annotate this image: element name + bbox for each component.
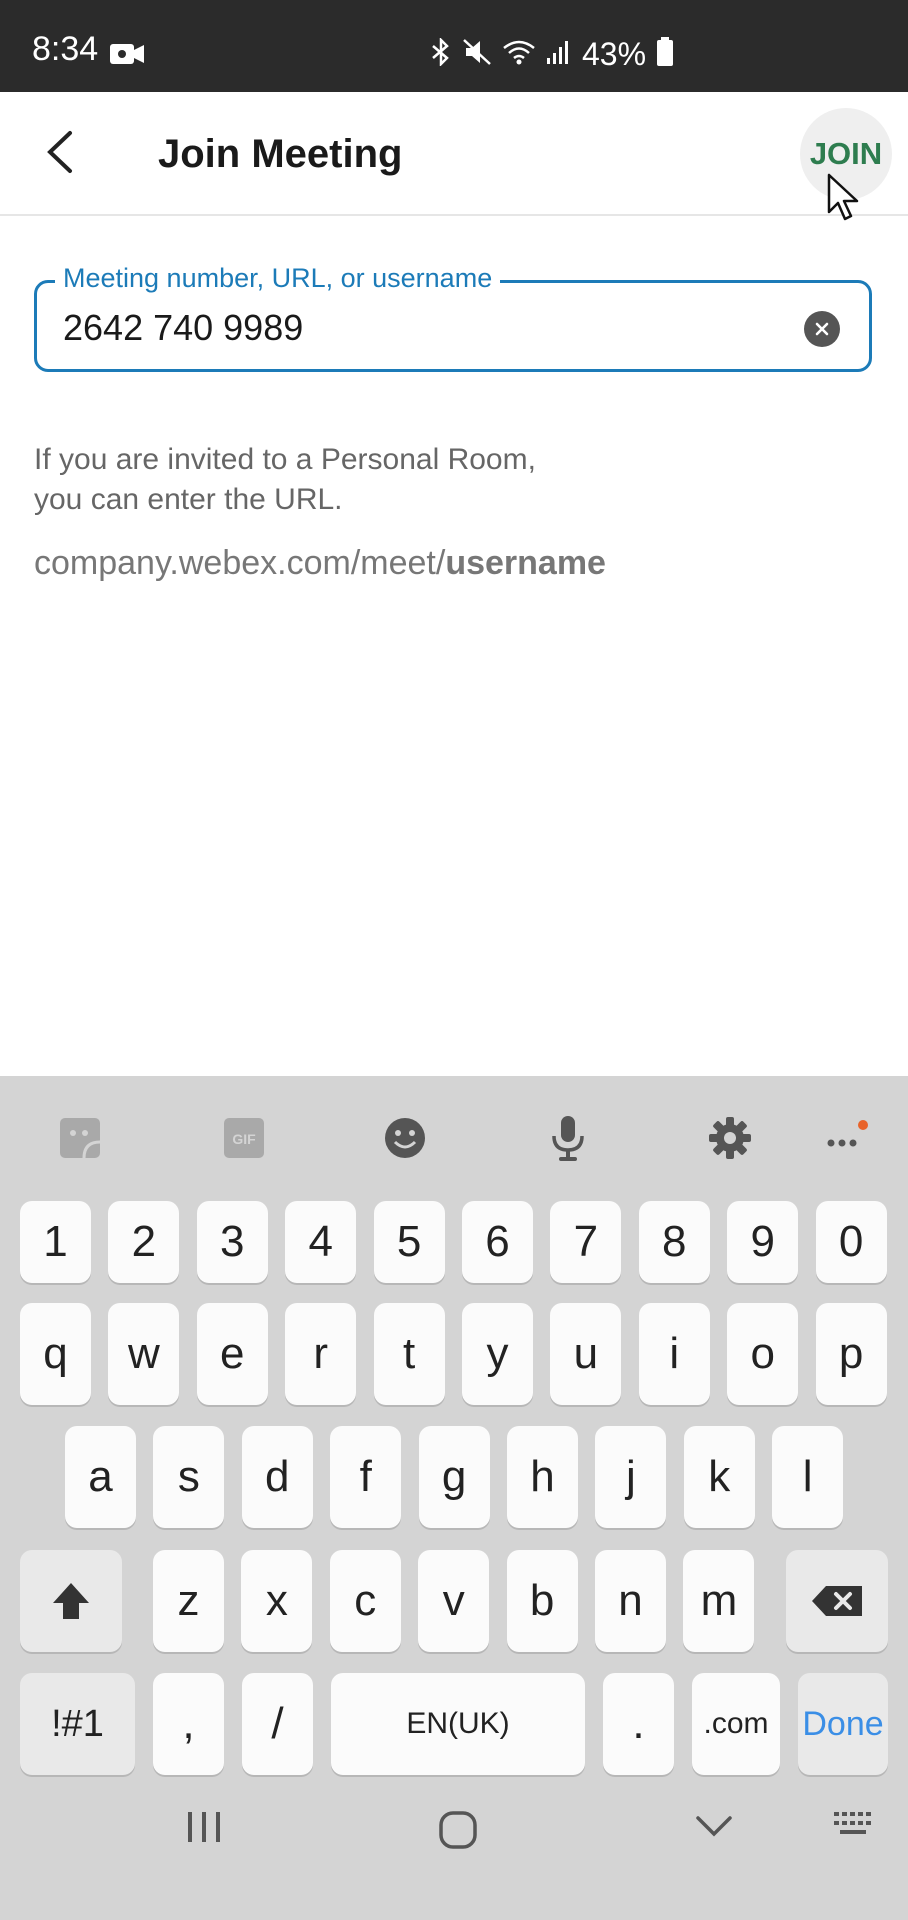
key-v[interactable]: v [418, 1550, 490, 1652]
shift-arrow-icon [53, 1583, 89, 1619]
key-l[interactable]: l [772, 1426, 844, 1528]
dotcom-key[interactable]: .com [692, 1673, 780, 1775]
signal-icon [546, 38, 570, 71]
key-e[interactable]: e [196, 1303, 268, 1405]
close-icon [815, 322, 829, 336]
bluetooth-icon [430, 36, 452, 71]
key-f[interactable]: f [330, 1426, 402, 1528]
key-d[interactable]: d [241, 1426, 313, 1528]
key-6[interactable]: 6 [462, 1201, 533, 1283]
symbols-key[interactable]: !#1 [20, 1673, 135, 1775]
emoji-icon[interactable] [373, 1106, 437, 1170]
key-p[interactable]: p [815, 1303, 887, 1405]
gif-icon[interactable]: GIF [212, 1106, 276, 1170]
wifi-icon [502, 38, 536, 71]
key-a[interactable]: a [65, 1426, 136, 1528]
status-bar: 8:34 43% [0, 0, 908, 92]
key-1[interactable]: 1 [20, 1201, 91, 1283]
more-options-icon[interactable] [814, 1106, 878, 1170]
meeting-number-input[interactable]: 2642 740 9989 [63, 307, 303, 349]
shift-key[interactable] [20, 1550, 122, 1652]
hint-line-2: you can enter the URL. [34, 483, 343, 516]
key-w[interactable]: w [108, 1303, 180, 1405]
key-k[interactable]: k [683, 1426, 755, 1528]
keyboard-toolbar: GIF [0, 1106, 908, 1186]
hint-line-1: If you are invited to a Personal Room, [34, 443, 536, 476]
settings-gear-icon[interactable] [698, 1106, 762, 1170]
slash-key[interactable]: / [242, 1673, 313, 1775]
back-button[interactable] [38, 127, 88, 177]
url-example: company.webex.com/meet/username [34, 544, 606, 583]
key-r[interactable]: r [285, 1303, 357, 1405]
key-x[interactable]: x [241, 1550, 313, 1652]
mouse-cursor-icon [826, 172, 862, 229]
gif-icon-label: GIF [232, 1131, 256, 1147]
key-5[interactable]: 5 [373, 1201, 445, 1283]
app-bar: Join Meeting JOIN [0, 92, 908, 216]
key-y[interactable]: y [462, 1303, 533, 1405]
key-b[interactable]: b [506, 1550, 578, 1652]
key-i[interactable]: i [638, 1303, 710, 1405]
microphone-icon[interactable] [536, 1106, 600, 1170]
key-n[interactable]: n [595, 1550, 666, 1652]
backspace-key[interactable] [786, 1550, 888, 1652]
key-2[interactable]: 2 [108, 1201, 180, 1283]
clear-input-button[interactable] [804, 311, 840, 347]
key-4[interactable]: 4 [285, 1201, 357, 1283]
space-key[interactable]: EN(UK) [331, 1673, 585, 1775]
key-s[interactable]: s [153, 1426, 225, 1528]
system-nav-bar [0, 1770, 908, 1920]
key-8[interactable]: 8 [638, 1201, 710, 1283]
page-title: Join Meeting [158, 132, 403, 176]
video-recording-icon [110, 42, 144, 71]
mute-icon [462, 38, 492, 71]
meeting-number-field[interactable]: Meeting number, URL, or username 2642 74… [34, 263, 872, 372]
key-u[interactable]: u [550, 1303, 622, 1405]
key-3[interactable]: 3 [196, 1201, 268, 1283]
key-c[interactable]: c [329, 1550, 401, 1652]
period-key[interactable]: . [603, 1673, 674, 1775]
key-z[interactable]: z [153, 1550, 224, 1652]
key-9[interactable]: 9 [727, 1201, 799, 1283]
key-m[interactable]: m [683, 1550, 755, 1652]
key-0[interactable]: 0 [815, 1201, 887, 1283]
backspace-icon [812, 1586, 862, 1616]
status-time: 8:34 [32, 30, 99, 68]
url-example-username: username [445, 544, 606, 582]
home-icon[interactable] [438, 1810, 478, 1855]
key-7[interactable]: 7 [550, 1201, 622, 1283]
key-o[interactable]: o [727, 1303, 799, 1405]
url-example-prefix: company.webex.com/meet/ [34, 544, 446, 582]
comma-key[interactable]: , [153, 1673, 224, 1775]
chevron-left-icon [47, 131, 72, 173]
personal-room-hint: If you are invited to a Personal Room, y… [34, 440, 536, 520]
meeting-number-label: Meeting number, URL, or username [55, 263, 501, 294]
key-q[interactable]: q [20, 1303, 91, 1405]
keyboard-switch-icon[interactable] [832, 1810, 876, 1845]
key-g[interactable]: g [418, 1426, 490, 1528]
done-key[interactable]: Done [798, 1673, 888, 1775]
sticker-icon[interactable] [48, 1106, 112, 1170]
battery-icon [656, 37, 674, 72]
key-j[interactable]: j [595, 1426, 667, 1528]
recent-apps-icon[interactable] [184, 1810, 224, 1849]
key-t[interactable]: t [373, 1303, 445, 1405]
key-h[interactable]: h [507, 1426, 578, 1528]
battery-percent: 43% [582, 36, 647, 72]
chevron-down-icon[interactable] [694, 1810, 734, 1849]
